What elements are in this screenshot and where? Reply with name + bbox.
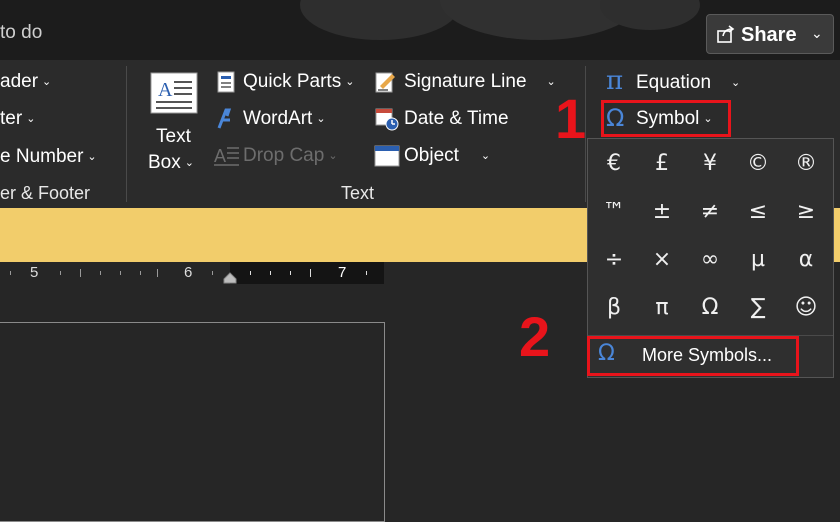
symbol-cell[interactable]: β bbox=[590, 295, 638, 320]
ruler-tick bbox=[310, 269, 311, 277]
header-label: ader bbox=[0, 71, 39, 92]
symbol-cell[interactable]: × bbox=[638, 247, 686, 272]
ruler-tick bbox=[10, 271, 11, 275]
signature-line-button[interactable]: Signature Line ⌄ bbox=[372, 70, 568, 98]
text-box-button[interactable]: A Text Box ⌄ bbox=[148, 70, 200, 180]
equation-button[interactable]: π Equation ⌄ bbox=[604, 66, 754, 98]
page-number-button[interactable]: e Number ⌄ bbox=[0, 146, 97, 168]
drop-cap-button[interactable]: A Drop Cap ⌄ bbox=[214, 144, 354, 172]
ruler-tick bbox=[120, 271, 121, 275]
wordart-icon bbox=[217, 108, 232, 129]
symbol-cell[interactable]: £ bbox=[638, 151, 686, 176]
text-box-label-line2: Box ⌄ bbox=[148, 152, 194, 173]
ruler-tick bbox=[270, 271, 271, 275]
footer-button[interactable]: ter ⌄ bbox=[0, 108, 35, 130]
horizontal-ruler: 5 6 7 bbox=[0, 262, 386, 284]
text-box-icon: A bbox=[150, 72, 198, 114]
ruler-tick bbox=[157, 269, 158, 277]
group-separator bbox=[126, 66, 127, 202]
signature-line-icon bbox=[375, 72, 395, 93]
symbol-cell[interactable]: ∞ bbox=[686, 247, 734, 272]
ruler-tick bbox=[250, 271, 251, 275]
date-time-icon bbox=[375, 108, 399, 131]
title-bar: to do Share ⌄ bbox=[0, 0, 840, 60]
ruler-number: 7 bbox=[338, 264, 347, 281]
step-number-2: 2 bbox=[519, 305, 551, 368]
ruler-tick bbox=[290, 271, 291, 275]
share-label: Share bbox=[741, 24, 797, 46]
ruler-tick bbox=[366, 271, 367, 275]
highlight-box-more-symbols bbox=[587, 336, 799, 376]
date-time-button[interactable]: Date & Time bbox=[372, 107, 522, 135]
quick-parts-label: Quick Parts ⌄ bbox=[243, 71, 355, 92]
ruler-tick bbox=[80, 269, 81, 277]
ruler-number: 5 bbox=[30, 264, 39, 281]
quick-parts-icon bbox=[217, 71, 235, 93]
indent-marker-icon[interactable] bbox=[223, 272, 237, 284]
document-page[interactable] bbox=[0, 322, 385, 522]
document-title: to do bbox=[0, 22, 43, 43]
drop-cap-icon: A bbox=[214, 146, 239, 166]
object-button[interactable]: Object ⌄ bbox=[372, 144, 502, 172]
wordart-button[interactable]: WordArt ⌄ bbox=[214, 107, 344, 135]
svg-text:A: A bbox=[158, 79, 173, 101]
ruler-tick bbox=[100, 271, 101, 275]
symbol-cell[interactable]: ÷ bbox=[590, 247, 638, 272]
symbol-cell[interactable]: ☺ bbox=[782, 295, 830, 320]
footer-label: ter bbox=[0, 108, 23, 129]
object-icon bbox=[374, 145, 400, 167]
highlight-box-symbol bbox=[601, 100, 731, 137]
svg-text:A: A bbox=[214, 146, 226, 166]
text-box-label-line1: Text bbox=[156, 126, 191, 147]
equation-label: Equation ⌄ bbox=[636, 72, 741, 93]
date-time-label: Date & Time bbox=[404, 108, 509, 129]
chevron-down-icon: ⌄ bbox=[731, 77, 741, 90]
share-icon bbox=[717, 25, 735, 43]
step-number-1: 1 bbox=[555, 87, 587, 150]
signature-line-label: Signature Line ⌄ bbox=[404, 71, 556, 92]
symbol-cell[interactable]: ¥ bbox=[686, 151, 734, 176]
drop-cap-label: Drop Cap ⌄ bbox=[243, 145, 338, 166]
chevron-down-icon: ⌄ bbox=[26, 113, 36, 126]
symbol-cell[interactable]: µ bbox=[734, 247, 782, 272]
ruler-tick bbox=[60, 271, 61, 275]
symbol-cell[interactable]: Ω bbox=[686, 295, 734, 320]
ruler-tick bbox=[212, 271, 213, 275]
share-button[interactable]: Share ⌄ bbox=[706, 14, 834, 54]
symbol-cell[interactable]: € bbox=[590, 151, 638, 176]
ruler-number: 6 bbox=[184, 264, 193, 281]
symbol-cell[interactable]: ≥ bbox=[782, 199, 830, 224]
chevron-down-icon: ⌄ bbox=[184, 157, 194, 170]
ruler-active-area bbox=[230, 262, 384, 284]
header-button[interactable]: ader ⌄ bbox=[0, 71, 51, 93]
quick-parts-button[interactable]: Quick Parts ⌄ bbox=[214, 70, 364, 98]
wordart-label: WordArt ⌄ bbox=[243, 108, 326, 129]
symbol-cell[interactable]: ∑ bbox=[734, 295, 782, 320]
symbol-cell[interactable]: ± bbox=[638, 199, 686, 224]
symbol-cell[interactable]: α bbox=[782, 247, 830, 272]
chevron-down-icon: ⌄ bbox=[328, 150, 338, 163]
header-footer-group-label: er & Footer bbox=[0, 183, 91, 203]
page-number-label: e Number bbox=[0, 146, 84, 167]
symbol-cell[interactable]: ≤ bbox=[734, 199, 782, 224]
symbol-cell[interactable]: © bbox=[734, 151, 782, 176]
chevron-down-icon: ⌄ bbox=[811, 25, 823, 41]
text-group-label: Text bbox=[341, 183, 375, 203]
symbol-cell[interactable]: ® bbox=[782, 151, 830, 176]
symbol-cell[interactable]: ≠ bbox=[686, 199, 734, 224]
chevron-down-icon: ⌄ bbox=[316, 113, 326, 126]
chevron-down-icon: ⌄ bbox=[345, 76, 355, 89]
background-decoration bbox=[300, 0, 460, 40]
symbol-cell[interactable]: ™ bbox=[590, 199, 638, 224]
chevron-down-icon: ⌄ bbox=[42, 76, 52, 89]
chevron-down-icon: ⌄ bbox=[480, 150, 491, 163]
object-label: Object ⌄ bbox=[404, 145, 491, 166]
chevron-down-icon: ⌄ bbox=[87, 151, 97, 164]
pi-icon: π bbox=[606, 66, 624, 96]
ruler-tick bbox=[140, 271, 141, 275]
symbol-cell[interactable]: π bbox=[638, 295, 686, 320]
